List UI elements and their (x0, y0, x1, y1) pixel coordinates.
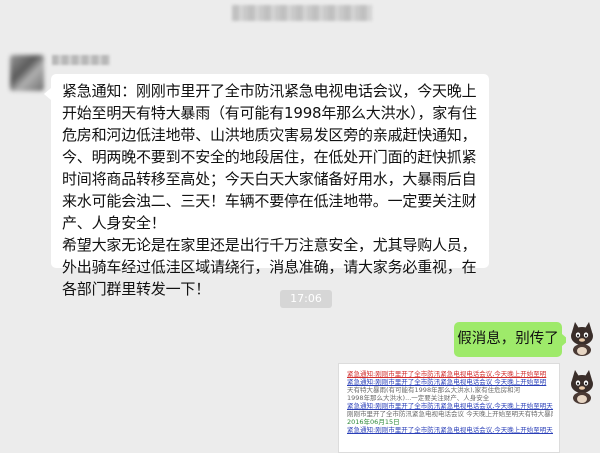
search-result-snippet: 天有特大暴雨(有可能有1998年那么大洪水),家有住危房和河 (347, 386, 521, 394)
search-result-title: 紧急通知:刚刚市里开了全市防汛紧急电视电话会议,今天晚上开始至明天有特大暴雨 (347, 426, 553, 434)
message-paragraph-1: 紧急通知：刚刚市里开了全市防汛紧急电视电话会议，今天晚上开始至明天有特大暴雨（有… (62, 82, 477, 232)
time-divider: 17:06 (280, 290, 332, 308)
search-result-date: 2016年06月15日 (347, 418, 400, 426)
search-result-title: 紧急通知:刚刚市里开了全市防汛紧急电视电话会议,今天晚上开始至明 (347, 370, 547, 378)
sender-avatar[interactable] (10, 55, 44, 91)
search-result-snippet: 1998年那么大洪水)...一定要关注财产、人身安全 (347, 394, 490, 402)
incoming-message-bubble[interactable]: 紧急通知：刚刚市里开了全市防汛紧急电视电话会议，今天晚上开始至明天有特大暴雨（有… (44, 74, 489, 298)
search-result-snippet: 刚刚市里开了全市防汛紧急电视电话会议 今天晚上开始至明天有特大暴雨 (347, 410, 553, 418)
outgoing-image-message[interactable]: 紧急通知:刚刚市里开了全市防汛紧急电视电话会议,今天晚上开始至明 紧急通知:刚刚… (338, 363, 560, 453)
outgoing-message-bubble[interactable]: 假消息，别传了 (454, 322, 569, 357)
chat-title-redacted (232, 5, 372, 21)
cat-avatar-icon[interactable] (566, 320, 598, 356)
sender-name-redacted (52, 55, 110, 65)
search-result-title: 紧急通知:刚刚市里开了全市防汛紧急电视电话会议 今天晚上开始至明 (347, 378, 547, 386)
search-result-title: 紧急通知:刚刚市里开了全市防汛紧急电视电话会议,今天晚上开始至明天... (347, 402, 553, 410)
message-paragraph-2: 希望大家无论是在家里还是出行千万注意安全，尤其导购人员，外出骑车经过低洼区域请绕… (62, 236, 477, 298)
cat-avatar-icon[interactable] (566, 368, 598, 404)
